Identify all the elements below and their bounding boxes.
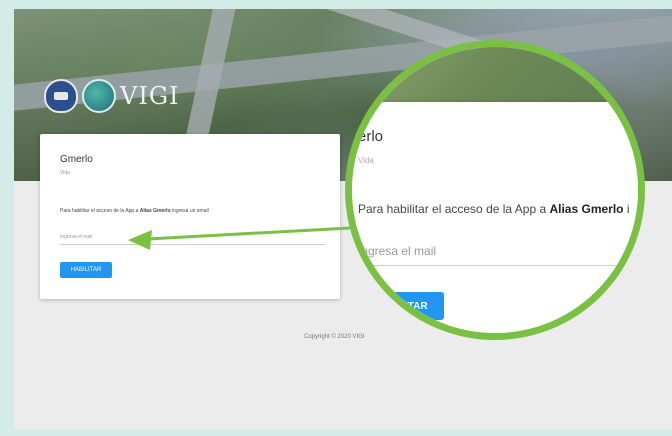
globe-icon <box>82 79 116 113</box>
zoom-user-subtitle: Vida <box>358 156 374 165</box>
zoom-user-title: erlo <box>358 128 384 145</box>
alias-name: Alias Gmerlo <box>139 208 171 214</box>
enable-access-message: Para habilitar el acceso de la App a Ali… <box>60 208 209 214</box>
zoom-message: Para habilitar el acceso de la App a Ali… <box>358 202 630 216</box>
user-subtitle: Vida <box>60 170 70 176</box>
user-title: Gmerlo <box>60 154 93 165</box>
zoom-card: erlo Vida Para habilitar el acceso de la… <box>352 102 638 333</box>
zoom-callout: erlo Vida Para habilitar el acceso de la… <box>345 40 645 340</box>
enable-button[interactable]: HABILITAR <box>60 262 112 278</box>
copyright-text: Copyright © 2020 VIGI <box>304 334 365 340</box>
brand-name: VIGI <box>120 82 180 110</box>
shield-icon <box>44 79 78 113</box>
zoom-enable-button[interactable]: HABILITAR <box>358 292 444 320</box>
zoom-alias-name: Alias Gmerlo <box>549 202 624 216</box>
brand-logo: VIGI <box>44 79 179 113</box>
zoom-email-field[interactable]: Ingresa el mail <box>358 237 638 266</box>
callout-arrow-icon <box>128 226 351 250</box>
enable-access-card: Gmerlo Vida Para habilitar el acceso de … <box>40 134 340 299</box>
